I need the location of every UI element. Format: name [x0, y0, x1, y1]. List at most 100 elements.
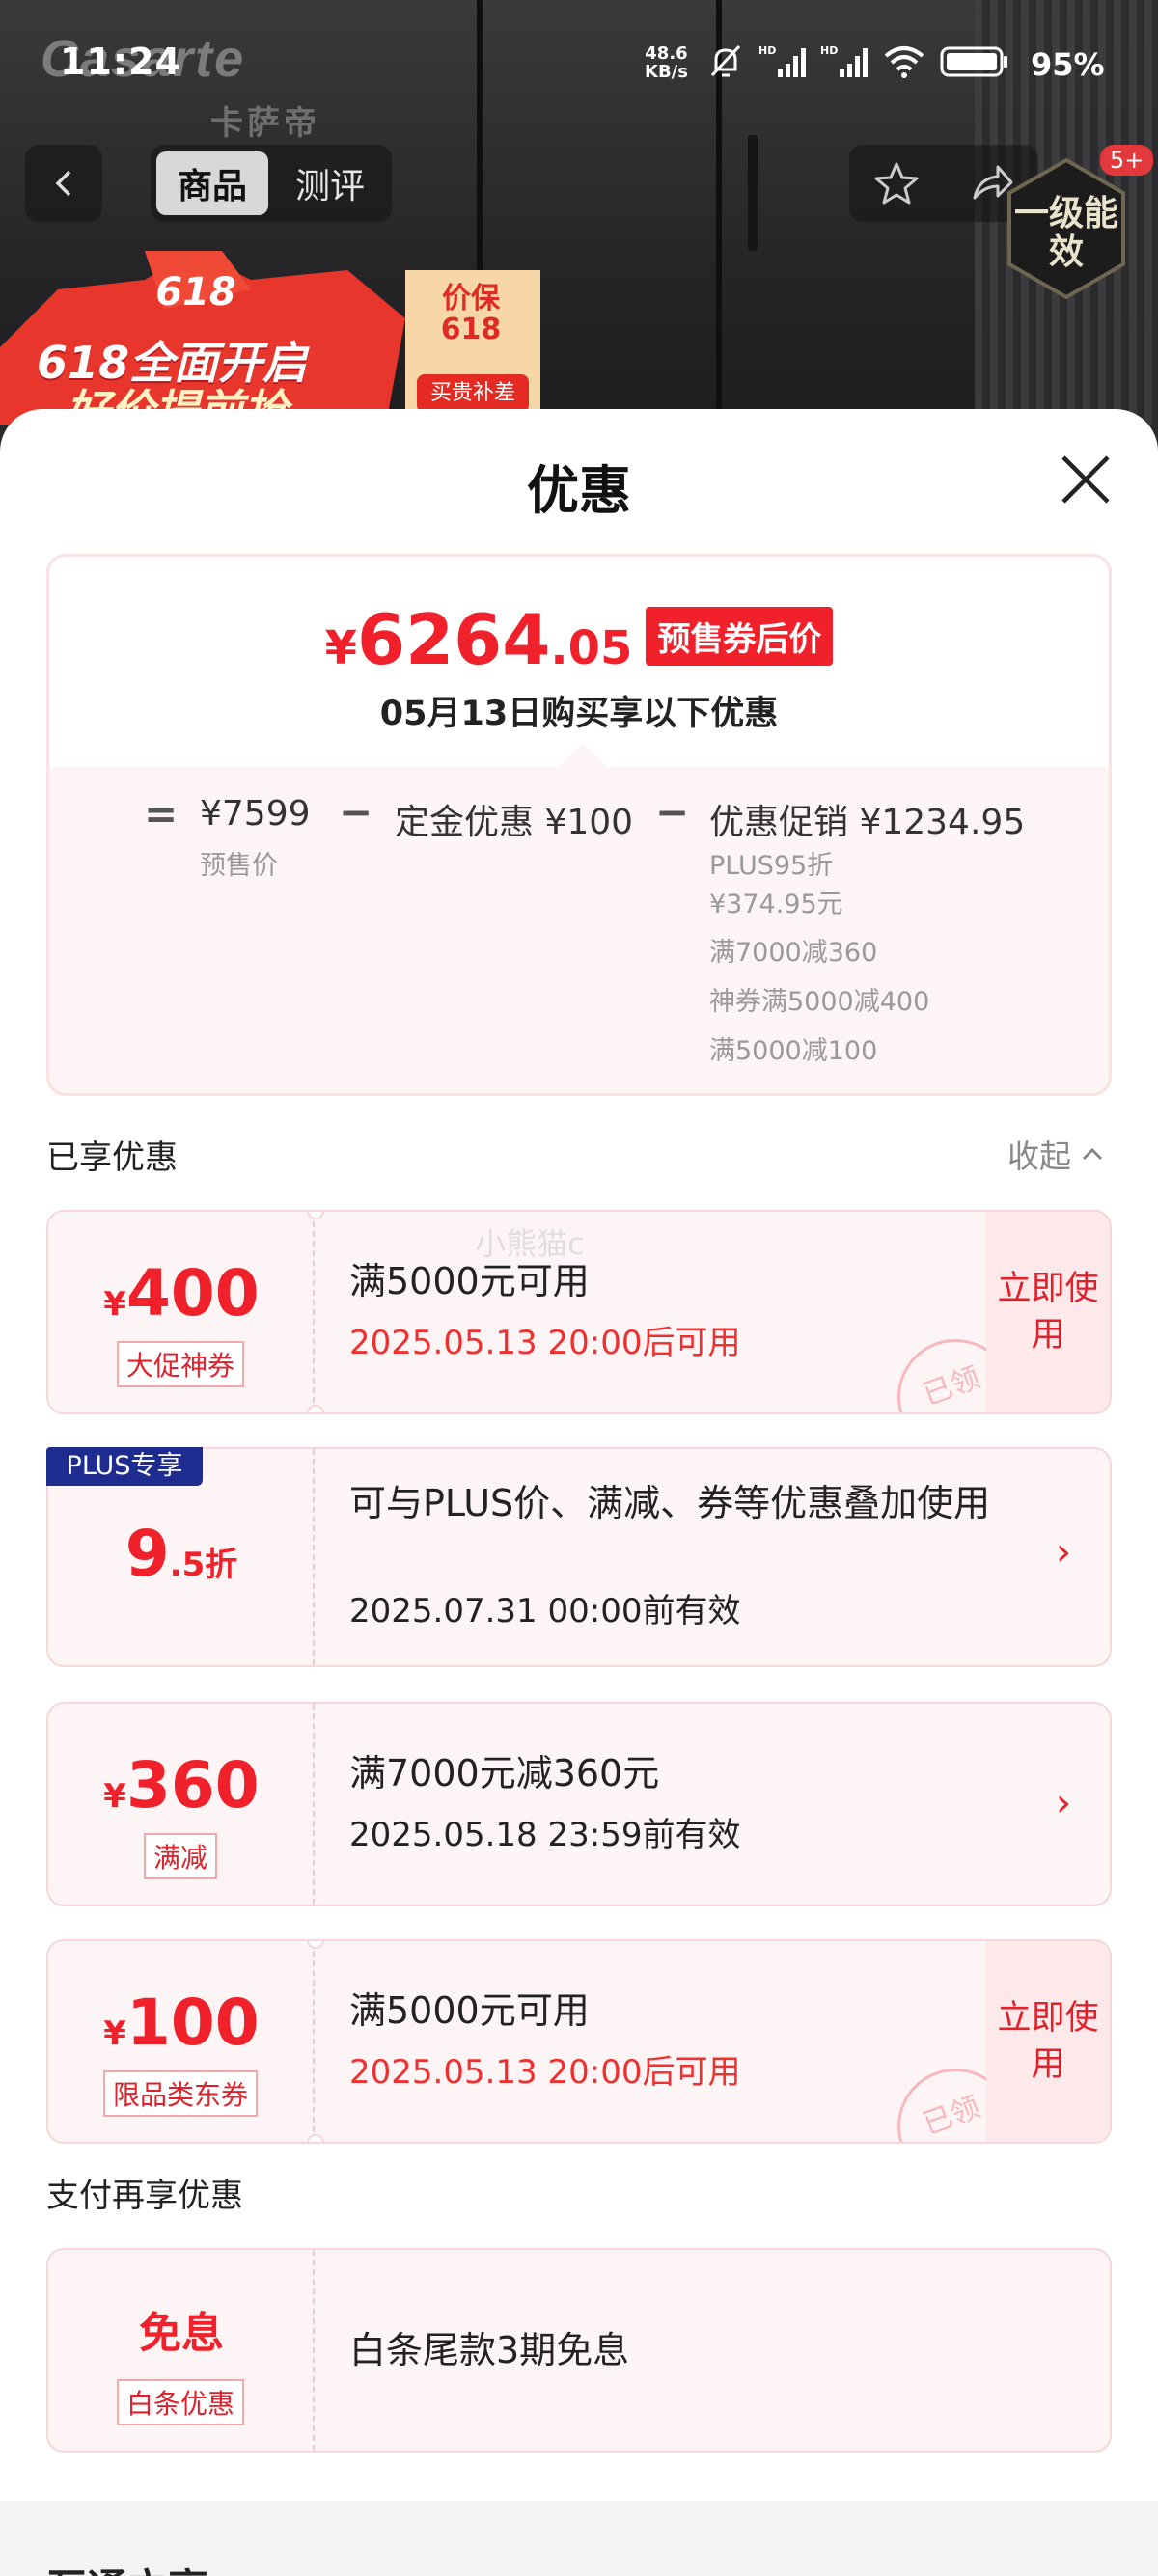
plus-exclusive-tag: PLUS专享 [46, 1447, 203, 1486]
next-section-title: 互通立享 [46, 2557, 208, 2576]
use-now-button[interactable]: 立即使用 [986, 1212, 1110, 1412]
presale-price: ¥7599 [200, 794, 311, 834]
coupon-value: ¥100 限品类东券 [48, 1941, 315, 2142]
coupon-card[interactable]: ¥360 满减 满7000元减360元 2025.05.18 23:59前有效 … [46, 1702, 1112, 1906]
signal-icon: HD [758, 44, 806, 77]
energy-label-text: 一级能效 [1013, 194, 1118, 272]
pay-section-label: 支付再享优惠 [46, 2177, 243, 2215]
price-currency: ¥ [324, 621, 357, 675]
status-bar: 11:24 48.6 KB/s HD HD 95% [0, 0, 1158, 135]
promo-detail: PLUS95折 [709, 851, 834, 881]
promo-detail: 满5000减100 [709, 1036, 878, 1066]
promo-detail: 神券满5000减400 [709, 987, 930, 1017]
coupon-amount-number: 9 [124, 1517, 170, 1591]
tab-product[interactable]: 商品 [156, 151, 268, 215]
back-button[interactable] [25, 145, 102, 222]
coupon-amount-number: 100 [125, 1986, 260, 2060]
coupon-title: 满7000元减360元 [349, 1752, 660, 1795]
coupon-title: 满5000元可用 [349, 1989, 590, 2032]
tab-review[interactable]: 测评 [274, 151, 386, 215]
payment-offer-card: 免息 白条优惠 白条尾款3期免息 [46, 2248, 1112, 2453]
product-tabs: 商品 测评 [151, 145, 392, 222]
coupon-amount-number: 360 [125, 1748, 260, 1822]
net-speed-value: 48.6 [645, 43, 688, 64]
price-protect-sub: 买贵补差 [417, 374, 529, 413]
coupon-validity: 2025.07.31 00:00前有效 [349, 1592, 741, 1631]
star-icon[interactable] [872, 159, 921, 207]
price-summary-top: ¥6264.05 预售券后价 05月13日购买享以下优惠 [49, 557, 1109, 767]
coupon-validity: 2025.05.13 20:00后可用 [349, 1324, 741, 1362]
promo-detail: 满7000减360 [709, 938, 878, 968]
chevron-up-icon [1082, 1147, 1103, 1161]
coupon-amount: 9.5折 [48, 1517, 315, 1591]
coupon-validity: 2025.05.13 20:00后可用 [349, 2053, 741, 2092]
chevron-right-icon[interactable]: › [1056, 1530, 1071, 1575]
fridge-handle [748, 135, 758, 251]
coupon-card[interactable]: 9.5折 可与PLUS价、满减、券等优惠叠加使用 2025.07.31 00:0… [46, 1447, 1112, 1667]
coupon-amount-suffix: .5折 [169, 1546, 238, 1584]
promo-detail: ¥374.95元 [709, 890, 843, 919]
chevron-left-icon [55, 170, 71, 197]
coupon-currency: ¥ [103, 1777, 126, 1816]
battery-percent: 95% [1031, 46, 1105, 83]
payment-offer-amount: 免息 [48, 2298, 315, 2360]
energy-label-badge: 一级能效 [1004, 156, 1129, 301]
coupon-validity: 2025.05.18 23:59前有效 [349, 1816, 741, 1854]
price-decimal: .05 [550, 621, 633, 675]
price-summary-card: ¥6264.05 预售券后价 05月13日购买享以下优惠 = ¥7599 预售价 … [46, 554, 1112, 1096]
use-now-button[interactable]: 立即使用 [986, 1941, 1110, 2142]
enjoyed-section-label: 已享优惠 [46, 1138, 178, 1177]
svg-text:HD: HD [758, 44, 776, 57]
coupon-card[interactable]: ¥100 限品类东券 满5000元可用 2025.05.13 20:00后可用 … [46, 1939, 1112, 2144]
coupon-amount: ¥360 [48, 1748, 315, 1822]
payment-offer-tag: 白条优惠 [116, 2379, 245, 2425]
status-time: 11:24 [60, 41, 181, 83]
coupon-tag: 限品类东券 [102, 2070, 259, 2117]
wifi-icon [884, 46, 924, 78]
coupon-amount: ¥400 [48, 1256, 315, 1330]
coupon-value: ¥400 大促神券 [48, 1212, 315, 1412]
svg-text:HD: HD [820, 44, 838, 57]
status-icons: HD HD [706, 42, 1009, 81]
close-icon[interactable] [1056, 450, 1116, 509]
payment-offer-title: 白条尾款3期免息 [349, 2329, 630, 2371]
coupon-amount: ¥100 [48, 1986, 315, 2060]
coupon-notch [307, 1405, 324, 1412]
battery-icon [940, 46, 1007, 77]
equals-sign: = [144, 790, 179, 837]
minus-sign: − [339, 788, 373, 836]
chevron-right-icon[interactable]: › [1056, 1781, 1071, 1825]
count-badge: 5+ [1100, 145, 1154, 176]
net-speed: 48.6 KB/s [645, 44, 688, 81]
coupon-amount-number: 400 [125, 1256, 260, 1330]
price-protect-tag: 价保618 [440, 282, 502, 346]
net-speed-unit: KB/s [645, 62, 688, 82]
presale-price-label: 预售价 [200, 851, 278, 881]
discount-sheet: 优惠 ¥6264.05 预售券后价 05月13日购买享以下优惠 = ¥7599 预… [0, 409, 1158, 2576]
user-watermark: 小熊猫c [475, 1225, 585, 1262]
coupon-currency: ¥ [103, 1285, 126, 1324]
coupon-currency: ¥ [103, 2014, 126, 2053]
collapse-label: 收起 [1007, 1137, 1071, 1175]
collapse-button[interactable]: 收起 [1007, 1131, 1106, 1177]
coupon-tag: 大促神券 [116, 1341, 245, 1387]
minus-sign: − [655, 788, 690, 836]
coupon-value: ¥360 满减 [48, 1704, 315, 1905]
sheet-title: 优惠 [527, 460, 631, 521]
price-formula: = ¥7599 预售价 − 定金优惠 ¥100 − 优惠促销 ¥1234.95 … [49, 742, 1109, 1093]
coupon-notch [307, 2134, 324, 2142]
final-price-row: ¥6264.05 预售券后价 [49, 599, 1109, 680]
final-price: ¥6264.05 [325, 599, 633, 680]
signal-icon-2: HD [820, 44, 868, 77]
deposit-discount: 定金优惠 ¥100 [395, 803, 634, 842]
mute-bell-icon [710, 44, 741, 77]
price-integer: 6264 [356, 599, 551, 680]
price-subtitle: 05月13日购买享以下优惠 [379, 695, 779, 733]
price-type-badge: 预售券后价 [646, 607, 834, 666]
payment-offer-value: 免息 白条优惠 [48, 2250, 315, 2451]
coupon-title: 可与PLUS价、满减、券等优惠叠加使用 [349, 1482, 991, 1524]
promo-discount: 优惠促销 ¥1234.95 [709, 803, 1026, 842]
payment-offer-amount-text: 免息 [139, 2309, 224, 2358]
coupon-tag: 满减 [143, 1833, 218, 1879]
promo-banner: 618 618全面开启 好价提前抢 价保618 买贵补差 [0, 251, 579, 425]
